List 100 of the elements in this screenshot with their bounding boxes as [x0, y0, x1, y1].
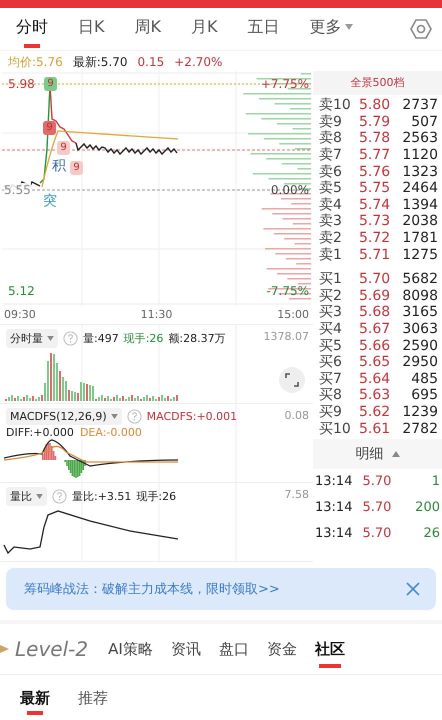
indicator-dropdown[interactable]: MACDFS(12,26,9) — [6, 408, 122, 425]
feed-tab[interactable]: 推荐 — [78, 675, 108, 720]
close-icon[interactable] — [406, 582, 420, 596]
average-price: 均价:5.76 — [8, 54, 63, 70]
level-label: 买10 — [319, 420, 352, 438]
promo-text[interactable]: 筹码峰战法：破解主力成本线，限时领取>> — [24, 580, 280, 598]
help-icon[interactable] — [63, 331, 78, 346]
macdfs-value: MACDFS:+0.001 — [146, 410, 238, 423]
level-quantity: 1120 — [401, 147, 438, 164]
time-axis-label: 15:00 — [277, 308, 309, 322]
level-quantity: 3165 — [401, 304, 438, 320]
level-price: 5.77 — [359, 147, 392, 164]
amount-value: 额:28.37万 — [168, 331, 226, 346]
details-header[interactable]: 明细 — [313, 438, 442, 469]
indicator-dropdown[interactable]: 量比 — [6, 487, 47, 506]
level-quantity: 2950 — [401, 354, 438, 370]
order-book-header[interactable]: 全景500档 — [313, 71, 442, 95]
level-label: 买2 — [319, 286, 343, 305]
level-label: 买3 — [319, 303, 343, 322]
axis-max-label: 7.58 — [284, 488, 309, 501]
level-price: 5.72 — [359, 230, 392, 246]
section-tab[interactable]: AI策略 — [108, 624, 153, 674]
caret-icon — [344, 24, 352, 30]
level-price: 5.69 — [359, 288, 392, 304]
fullscreen-button[interactable] — [279, 367, 305, 393]
trade-quantity: 200 — [415, 500, 440, 516]
trade-quantity: 1 — [432, 474, 440, 490]
section-tab[interactable]: 盘口 — [218, 624, 249, 674]
level-quantity: 485 — [410, 370, 438, 387]
promo-banner[interactable]: 筹码峰战法：破解主力成本线，限时领取>> — [6, 568, 436, 610]
signal-badge: 9 — [43, 121, 56, 135]
price-axis-label: 5.12 — [8, 284, 35, 298]
volume-value: 量:497 — [83, 331, 119, 346]
chart-tab[interactable]: 更多 — [298, 10, 364, 48]
level2-tab[interactable]: Level-2 — [15, 637, 88, 661]
level-quantity: 1781 — [401, 230, 438, 246]
time-axis-label: 09:30 — [4, 308, 36, 322]
trade-time: 13:14 — [315, 526, 352, 542]
indicator-dropdown[interactable]: 分时量 — [6, 329, 58, 348]
level-price: 5.65 — [359, 354, 392, 370]
level-label: 买1 — [319, 270, 343, 288]
signal-badge: 9 — [44, 77, 57, 91]
level-price: 5.76 — [359, 164, 392, 180]
level-label: 卖1 — [319, 246, 343, 264]
trade-time: 13:14 — [315, 474, 352, 490]
level-label: 买7 — [319, 370, 343, 388]
level-quantity: 2464 — [401, 180, 438, 196]
price-change: 0.15 — [138, 55, 164, 69]
level-quantity: 3063 — [401, 321, 438, 338]
level-price: 5.74 — [359, 196, 392, 213]
level-quantity: 507 — [410, 114, 438, 130]
price-axis-label: 5.98 — [8, 77, 35, 91]
signal-label: 突 — [43, 192, 57, 210]
level-quantity: 8098 — [401, 288, 438, 304]
percent-axis-label: 0.00% — [270, 183, 309, 197]
help-icon[interactable] — [52, 489, 67, 504]
settings-icon[interactable] — [410, 18, 432, 40]
chart-tab[interactable]: 周K — [122, 10, 173, 48]
latest-price: 最新:5.70 — [72, 54, 128, 70]
chart-tab[interactable]: 日K — [66, 10, 116, 48]
level-label: 卖3 — [319, 212, 343, 230]
level-price: 5.78 — [359, 130, 392, 146]
caret-icon — [47, 336, 54, 341]
diff-value: DIFF:+0.000 — [6, 426, 74, 439]
level-label: 卖2 — [319, 229, 343, 248]
trade-time: 13:14 — [315, 500, 352, 516]
level-label: 卖5 — [319, 179, 343, 198]
percent-change: +2.70% — [174, 55, 222, 69]
chart-tab[interactable]: 月K — [179, 10, 230, 48]
level-price: 5.75 — [359, 180, 392, 196]
level-label: 卖10 — [319, 96, 352, 114]
level-quantity: 2563 — [401, 130, 438, 146]
section-tab[interactable]: 资金 — [266, 624, 297, 674]
level-price: 5.64 — [359, 370, 392, 387]
level-label: 卖4 — [319, 196, 343, 214]
caret-icon — [110, 414, 118, 419]
level-label: 买4 — [319, 320, 343, 338]
percent-axis-label: -7.75% — [266, 284, 309, 298]
histogram-bars-drawing — [42, 442, 86, 478]
chart-tab[interactable]: 五日 — [236, 10, 292, 48]
level-price: 5.79 — [359, 114, 392, 130]
level-price: 5.63 — [359, 387, 392, 404]
percent-axis-label: +7.75% — [260, 77, 309, 91]
level-label: 买9 — [319, 402, 343, 421]
level-price: 5.71 — [359, 246, 392, 263]
level-quantity: 2038 — [401, 213, 438, 230]
signal-badge: 9 — [70, 161, 83, 175]
level-price: 5.70 — [359, 271, 392, 288]
level-label: 卖8 — [319, 129, 343, 148]
level-label: 卖9 — [319, 112, 343, 130]
trade-quantity: 26 — [423, 526, 440, 542]
level-label: 卖6 — [319, 162, 343, 180]
help-icon[interactable] — [126, 409, 142, 424]
caret-icon — [392, 450, 400, 457]
level-quantity: 1394 — [401, 196, 438, 213]
level-quantity: 1275 — [401, 246, 438, 263]
section-tab[interactable]: 资讯 — [170, 624, 201, 674]
level-price: 5.67 — [359, 321, 392, 338]
level-price: 5.62 — [359, 404, 392, 420]
level-quantity: 695 — [410, 387, 438, 404]
